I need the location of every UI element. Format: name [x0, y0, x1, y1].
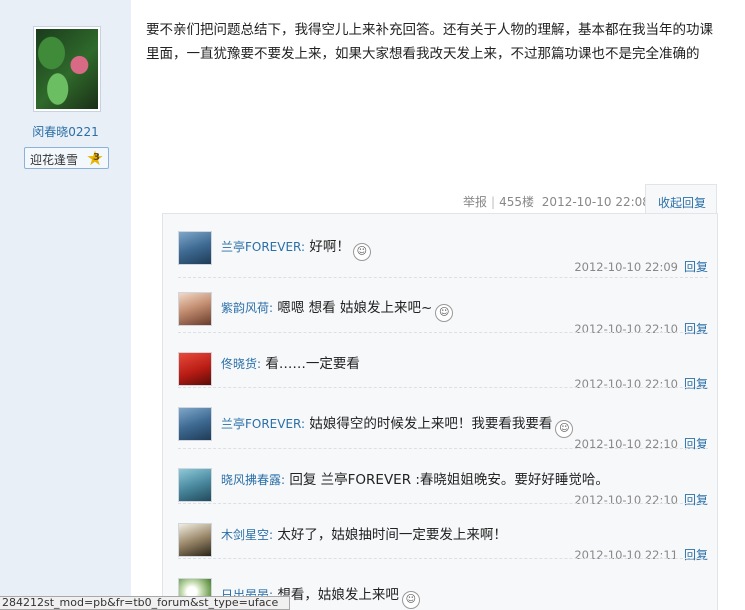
comment-time: 2012-10-10 22:10	[574, 377, 678, 391]
post-timestamp: 2012-10-10 22:08	[541, 195, 650, 209]
comment-text: 看……一定要看	[265, 356, 360, 372]
comment-text: 姑娘得空的时候发上来吧！我要看我要看	[309, 416, 553, 432]
commenter-avatar[interactable]	[178, 407, 212, 441]
commenter-name[interactable]: 晓风拂春露	[221, 473, 281, 487]
author-username[interactable]: 闵春晓0221	[0, 123, 131, 140]
commenter-name[interactable]: 兰亭FOREVER	[221, 417, 301, 431]
commenter-avatar[interactable]	[178, 352, 212, 386]
comment-time: 2012-10-10 22:09	[574, 260, 678, 274]
emoticon-icon: ☺	[555, 420, 574, 438]
comment-text: 嗯嗯 想看 姑娘发上来吧~	[277, 300, 433, 316]
commenter-name[interactable]: 木剑星空	[221, 528, 269, 542]
comment-time: 2012-10-10 22:10	[574, 322, 678, 336]
commenter-avatar[interactable]	[178, 292, 212, 326]
browser-status-bar: 284212st_mod=pb&fr=tb0_forum&st_type=ufa…	[0, 596, 290, 610]
reply-link[interactable]: 回复	[684, 548, 708, 562]
emoticon-icon: ☺	[352, 243, 371, 261]
author-badge[interactable]: 迎花逢雪 ★ 3	[24, 147, 109, 169]
comment-list: 兰亭FOREVER: 好啊！ ☺ 2012-10-10 22:09 回复 紫韵风荷:…	[162, 213, 718, 610]
collapse-replies-tab[interactable]: 收起回复	[645, 184, 717, 214]
post-content: 要不亲们把问题总结下，我得空儿上来补充回答。还有关于人物的理解，基本都在我当年的…	[146, 22, 713, 62]
commenter-name[interactable]: 兰亭FOREVER	[221, 240, 301, 254]
badge-level: 3	[93, 152, 100, 163]
commenter-avatar[interactable]	[178, 468, 212, 502]
author-sidebar: 闵春晓0221 迎花逢雪 ★ 3	[0, 0, 131, 610]
reply-link[interactable]: 回复	[684, 260, 708, 274]
emoticon-icon: ☺	[401, 591, 420, 609]
commenter-name[interactable]: 紫韵风荷	[221, 301, 269, 315]
comment-text: 回复 兰亭FOREVER :春晓姐姐晚安。要好好睡觉哈。	[289, 472, 609, 488]
reply-link[interactable]: 回复	[684, 493, 708, 507]
author-avatar[interactable]	[33, 26, 101, 112]
report-link[interactable]: 举报	[463, 195, 487, 209]
comment-text: 想看，姑娘发上来吧	[277, 587, 399, 603]
badge-label: 迎花逢雪	[30, 153, 79, 167]
comment-text: 好啊！	[309, 239, 350, 255]
commenter-avatar[interactable]	[178, 231, 212, 265]
collapse-replies-label[interactable]: 收起回复	[658, 194, 706, 211]
comment-time: 2012-10-10 22:11	[574, 548, 678, 562]
floor-number: 455楼	[499, 195, 534, 209]
commenter-avatar[interactable]	[178, 523, 212, 557]
reply-link[interactable]: 回复	[684, 322, 708, 336]
post-meta: 举报 | 455楼 2012-10-10 22:08	[463, 195, 650, 209]
comment-text: 太好了，姑娘抽时间一定要发上来啊！	[277, 527, 507, 543]
reply-link[interactable]: 回复	[684, 377, 708, 391]
emoticon-icon: ☺	[435, 304, 454, 322]
commenter-name[interactable]: 佟晓货	[221, 357, 257, 371]
comment-time: 2012-10-10 22:10	[574, 493, 678, 507]
